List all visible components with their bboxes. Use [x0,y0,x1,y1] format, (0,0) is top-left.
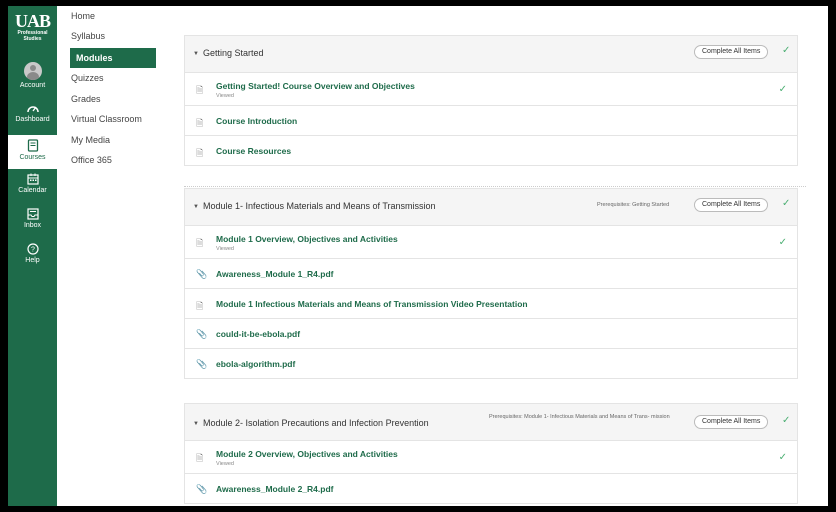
module-item[interactable]: 🗎 Getting Started! Course Overview and O… [185,72,797,105]
global-nav-label: Account [19,82,46,89]
module-item-link[interactable]: could-it-be-ebola.pdf [216,329,300,339]
dashboard-gauge-icon [26,106,39,113]
complete-all-items-button[interactable]: Complete All Items [694,415,769,429]
modules-content: ▼ Getting Started Complete All Items ✓ 🗎 … [167,6,828,506]
global-nav-label: Dashboard [15,116,50,123]
browser-viewport: UAB Professional Studies Account Dashboa… [8,6,828,506]
item-complete-check-icon: ✓ [778,237,787,248]
module-title[interactable]: ▼ Getting Started [193,48,264,58]
page-document-icon: 🗎 [196,148,204,158]
global-nav-label: Inbox [23,222,42,229]
global-nav-help[interactable]: ? Help [8,243,57,273]
module-item-link[interactable]: Module 1 Overview, Objectives and Activi… [216,234,398,244]
course-nav-quizzes[interactable]: Quizzes [71,72,104,84]
module-prerequisites: Prerequisites: Module 1- Infectious Mate… [489,414,670,420]
course-nav-grades[interactable]: Grades [71,93,101,105]
item-status: Viewed [216,461,234,467]
module-item[interactable]: 🗎 Module 1 Overview, Objectives and Acti… [185,225,797,258]
attachment-paperclip-icon: 📎 [196,269,208,279]
complete-all-items-button[interactable]: Complete All Items [694,198,769,212]
module-header[interactable]: ▼ Module 1- Infectious Materials and Mean… [185,189,797,225]
collapse-caret-icon[interactable]: ▼ [193,51,199,57]
inbox-icon [26,208,39,220]
module-title[interactable]: ▼ Module 2- Isolation Precautions and Inf… [193,418,429,428]
module-divider [184,186,806,187]
page-document-icon: 🗎 [196,118,204,128]
module-item-link[interactable]: Awareness_Module 1_R4.pdf [216,269,333,279]
module-item[interactable]: 📎 ebola-algorithm.pdf [185,348,797,378]
course-nav-my-media[interactable]: My Media [71,134,110,146]
global-nav-courses[interactable]: Courses [8,135,57,169]
global-nav-label: Help [25,257,40,264]
module-item-link[interactable]: Module 2 Overview, Objectives and Activi… [216,449,398,459]
page-document-icon: 🗎 [196,453,204,463]
module-complete-check-icon: ✓ [782,198,791,209]
module-item[interactable]: 📎 Awareness_Module 2_R4.pdf [185,473,797,503]
calendar-icon [26,173,39,185]
module-2: ▼ Module 2- Isolation Precautions and Inf… [184,403,798,504]
module-complete-check-icon: ✓ [782,415,791,426]
module-header[interactable]: ▼ Module 2- Isolation Precautions and Inf… [185,404,797,440]
global-nav-calendar[interactable]: Calendar [8,173,57,203]
account-avatar-icon [23,62,42,80]
page-document-icon: 🗎 [196,85,204,95]
item-complete-check-icon: ✓ [778,452,787,463]
module-item[interactable]: 🗎 Module 2 Overview, Objectives and Acti… [185,440,797,473]
course-nav-office-365[interactable]: Office 365 [71,154,112,166]
module-complete-check-icon: ✓ [782,45,791,56]
global-nav-label: Courses [19,154,46,161]
help-icon: ? [26,243,39,255]
item-status: Viewed [216,93,234,99]
collapse-caret-icon[interactable]: ▼ [193,204,199,210]
module-item-link[interactable]: Getting Started! Course Overview and Obj… [216,81,415,91]
module-items: 🗎 Getting Started! Course Overview and O… [185,72,797,165]
module-item[interactable]: 📎 could-it-be-ebola.pdf [185,318,797,348]
collapse-caret-icon[interactable]: ▼ [193,421,199,427]
global-nav-dashboard[interactable]: Dashboard [8,102,57,132]
module-item-link[interactable]: Course Introduction [216,116,297,126]
module-prerequisites: Prerequisites: Getting Started [597,202,670,208]
course-navigation: Home Syllabus Modules Quizzes Grades Vir… [57,6,167,506]
course-nav-home[interactable]: Home [71,10,95,22]
module-item-link[interactable]: Course Resources [216,146,291,156]
module-header[interactable]: ▼ Getting Started Complete All Items ✓ [185,36,797,72]
svg-text:?: ? [31,247,35,254]
module-items: 🗎 Module 1 Overview, Objectives and Acti… [185,225,797,378]
item-complete-check-icon: ✓ [778,84,787,95]
module-title[interactable]: ▼ Module 1- Infectious Materials and Mean… [193,201,436,211]
global-navigation: UAB Professional Studies Account Dashboa… [8,6,57,506]
attachment-paperclip-icon: 📎 [196,484,208,494]
page-document-icon: 🗎 [196,301,204,311]
module-item-link[interactable]: ebola-algorithm.pdf [216,359,295,369]
course-nav-modules[interactable]: Modules [70,48,156,68]
module-item-link[interactable]: Module 1 Infectious Materials and Means … [216,299,528,309]
module-getting-started: ▼ Getting Started Complete All Items ✓ 🗎 … [184,35,798,166]
global-nav-account[interactable]: Account [8,62,57,94]
item-status: Viewed [216,246,234,252]
complete-all-items-button[interactable]: Complete All Items [694,45,769,59]
global-nav-label: Calendar [18,187,47,194]
module-item[interactable]: 🗎 Course Resources [185,135,797,165]
module-items: 🗎 Module 2 Overview, Objectives and Acti… [185,440,797,503]
course-nav-virtual-classroom[interactable]: Virtual Classroom [71,113,142,125]
institution-logo[interactable]: UAB Professional Studies [8,12,57,42]
logo-subtitle: Professional Studies [17,30,48,42]
module-item[interactable]: 🗎 Course Introduction [185,105,797,135]
logo-mark: UAB [14,11,51,31]
course-nav-syllabus[interactable]: Syllabus [71,30,105,42]
module-item[interactable]: 🗎 Module 1 Infectious Materials and Mean… [185,288,797,318]
module-item-link[interactable]: Awareness_Module 2_R4.pdf [216,484,333,494]
module-item[interactable]: 📎 Awareness_Module 1_R4.pdf [185,258,797,288]
page-document-icon: 🗎 [196,238,204,248]
module-1: ▼ Module 1- Infectious Materials and Mean… [184,188,798,379]
courses-book-icon [27,139,38,152]
attachment-paperclip-icon: 📎 [196,329,208,339]
global-nav-inbox[interactable]: Inbox [8,208,57,238]
attachment-paperclip-icon: 📎 [196,359,208,369]
